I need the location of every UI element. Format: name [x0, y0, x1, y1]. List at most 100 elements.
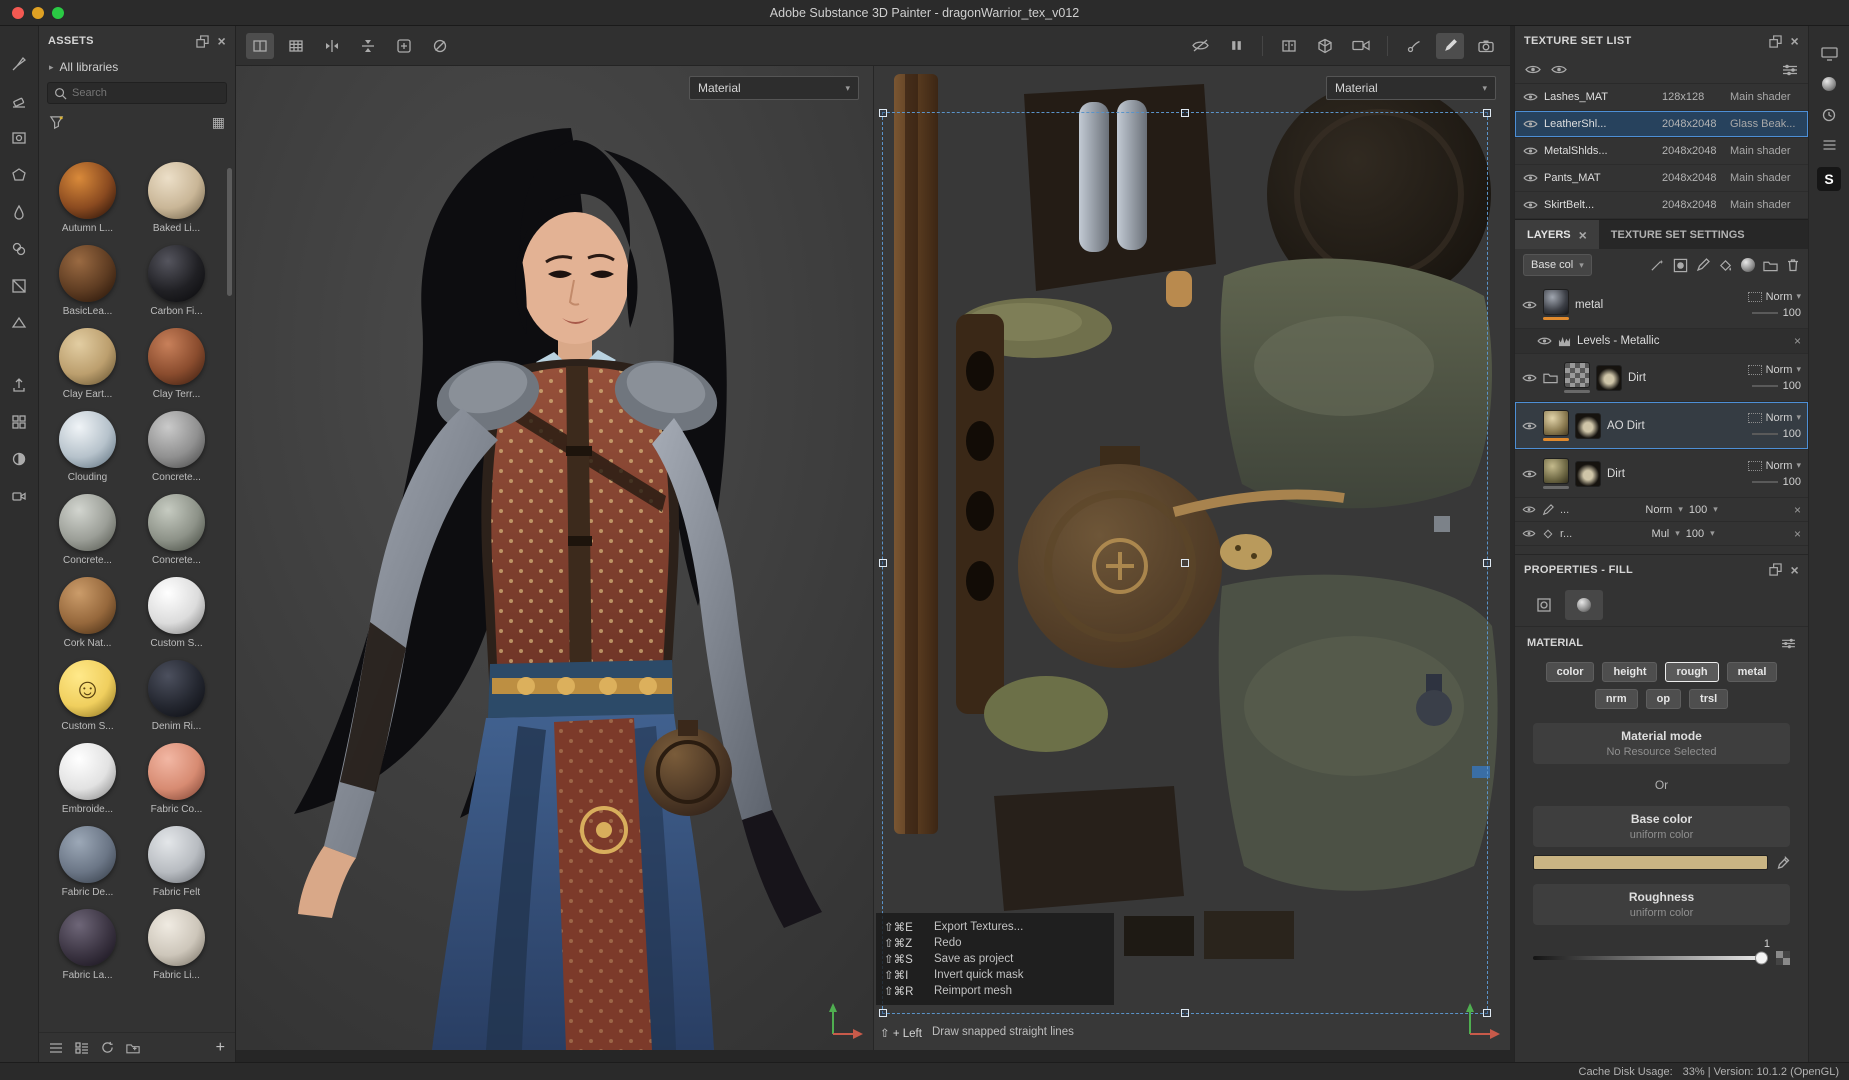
library-selector[interactable]: ▸ All libraries [39, 56, 235, 78]
group-thumbnail[interactable] [1564, 362, 1590, 388]
asset-item[interactable]: Clouding [47, 411, 128, 483]
isolate-selection-icon[interactable] [1186, 33, 1214, 59]
close-panel-icon[interactable]: × [1791, 34, 1799, 48]
asset-item[interactable]: Fabric Felt [136, 826, 217, 898]
polygon-fill-tool[interactable] [6, 163, 32, 187]
opacity-track[interactable] [1752, 312, 1778, 314]
asset-item[interactable]: Autumn L... [47, 162, 128, 234]
viewport-capture-icon[interactable] [1472, 33, 1500, 59]
channel-blend-dropdown[interactable]: Norm [1645, 504, 1672, 516]
asset-item[interactable]: Clay Eart... [47, 328, 128, 400]
channel-visibility-icon[interactable] [1522, 505, 1536, 514]
opacity-track[interactable] [1752, 385, 1778, 387]
layer-thumbnail[interactable] [1543, 458, 1569, 484]
slider-knob[interactable] [1755, 952, 1768, 965]
asset-item[interactable]: Baked Li... [136, 162, 217, 234]
asset-item[interactable]: Custom S... [136, 577, 217, 649]
channel-button[interactable]: color [1546, 662, 1595, 682]
tab-material-properties[interactable] [1565, 590, 1603, 620]
layer-thumbnail[interactable] [1543, 289, 1569, 315]
tab-layers[interactable]: LAYERS × [1515, 220, 1599, 249]
pencil-line-tool-icon[interactable] [1436, 33, 1464, 59]
refresh-icon[interactable] [101, 1041, 114, 1054]
resources-icon[interactable] [6, 410, 32, 434]
layer-opacity-value[interactable]: 100 [1783, 476, 1801, 488]
visibility-eye-icon[interactable] [1523, 200, 1538, 210]
visibility-eye-icon[interactable] [1523, 146, 1538, 156]
assets-scrollbar[interactable] [227, 168, 232, 296]
close-tab-icon[interactable]: × [1579, 228, 1587, 242]
show-all-eye-icon[interactable] [1525, 64, 1541, 75]
bake-icon[interactable] [6, 447, 32, 471]
texture-set-row[interactable]: Pants_MAT 2048x2048 Main shader [1515, 165, 1808, 192]
asset-item[interactable]: Concrete... [47, 494, 128, 566]
asset-item[interactable]: Clay Terr... [136, 328, 217, 400]
eyedropper-icon[interactable] [1776, 856, 1790, 870]
detail-view-icon[interactable] [75, 1042, 89, 1054]
base-color-swatch[interactable] [1533, 855, 1768, 870]
popout-panel-icon[interactable] [1769, 35, 1782, 48]
channel-opacity-dropdown[interactable]: 100 [1686, 528, 1704, 540]
filter-sliders-icon[interactable] [1782, 64, 1798, 76]
export-icon[interactable] [6, 373, 32, 397]
asset-item[interactable]: Fabric Li... [136, 909, 217, 981]
texture-set-row[interactable]: Lashes_MAT 128x128 Main shader [1515, 84, 1808, 111]
zoom-window-button[interactable] [52, 7, 64, 19]
texture-set-row[interactable]: SkirtBelt... 2048x2048 Main shader [1515, 192, 1808, 219]
texture-set-shader-link[interactable]: Main shader [1730, 145, 1800, 157]
display-mode-icon[interactable] [1275, 33, 1303, 59]
close-panel-icon[interactable]: × [218, 34, 226, 48]
channel-visibility-icon[interactable] [1522, 529, 1536, 538]
texture-set-shader-link[interactable]: Glass Beak... [1730, 118, 1800, 130]
texture-set-row[interactable]: MetalShlds... 2048x2048 Main shader [1515, 138, 1808, 165]
blend-mode-dropdown[interactable]: Norm [1766, 412, 1793, 424]
selection-handle[interactable] [879, 109, 887, 117]
section-menu-icon[interactable] [1781, 638, 1796, 649]
add-folder-icon[interactable] [1763, 259, 1778, 272]
folder-icon[interactable] [1543, 371, 1558, 384]
symmetry-y-icon[interactable] [354, 33, 382, 59]
channel-mini-row-1[interactable]: ... Norm▾ 100▾ × [1515, 498, 1808, 522]
projection-tool[interactable] [6, 126, 32, 150]
search-input[interactable] [72, 87, 220, 99]
texture-pattern-icon[interactable] [1776, 951, 1790, 965]
channel-filter-dropdown[interactable]: Base col ▾ [1523, 254, 1592, 276]
history-icon[interactable] [1821, 107, 1837, 123]
log-icon[interactable] [1822, 139, 1837, 151]
shape-tool[interactable] [6, 311, 32, 335]
channel-button[interactable]: height [1602, 662, 1657, 682]
add-fill-layer-icon[interactable] [1718, 258, 1733, 273]
gizmo-toggle-icon[interactable] [426, 33, 454, 59]
new-folder-icon[interactable] [126, 1042, 140, 1054]
selection-handle[interactable] [1181, 109, 1189, 117]
asset-item[interactable]: Fabric La... [47, 909, 128, 981]
minimize-window-button[interactable] [32, 7, 44, 19]
selection-handle[interactable] [879, 559, 887, 567]
channel-button[interactable]: op [1646, 689, 1681, 709]
visibility-eye-icon[interactable] [1523, 119, 1538, 129]
tab-projection-properties[interactable] [1525, 590, 1563, 620]
symmetry-x-icon[interactable] [318, 33, 346, 59]
layer-opacity-value[interactable]: 100 [1783, 380, 1801, 392]
display-settings-icon[interactable] [1821, 46, 1838, 61]
asset-item[interactable]: Embroide... [47, 743, 128, 815]
camera-tool-icon[interactable] [6, 484, 32, 508]
asset-item[interactable]: BasicLea... [47, 245, 128, 317]
uv-selection-frame[interactable] [882, 112, 1488, 1014]
blend-mode-dropdown[interactable]: Norm [1766, 364, 1793, 376]
material-mode-box[interactable]: Material mode No Resource Selected [1533, 723, 1790, 764]
layer-thumbnail[interactable] [1543, 410, 1569, 436]
viewport-3d[interactable]: Material ▾ [236, 66, 873, 1050]
asset-item[interactable]: Concrete... [136, 494, 217, 566]
grid-view-icon[interactable]: ▦ [212, 114, 225, 131]
mask-thumbnail[interactable] [1575, 461, 1601, 487]
trash-icon[interactable] [1786, 258, 1800, 272]
effect-visibility-icon[interactable] [1537, 336, 1552, 346]
remove-channel-icon[interactable]: × [1794, 527, 1801, 541]
selection-handle[interactable] [1483, 109, 1491, 117]
layer-opacity-value[interactable]: 100 [1783, 428, 1801, 440]
texture-set-row[interactable]: LeatherShl... 2048x2048 Glass Beak... [1515, 111, 1808, 138]
shading-mode-dropdown-2d[interactable]: Material ▾ [1326, 76, 1496, 100]
roughness-slider[interactable]: 1 [1533, 956, 1766, 960]
texture-set-shader-link[interactable]: Main shader [1730, 199, 1800, 211]
